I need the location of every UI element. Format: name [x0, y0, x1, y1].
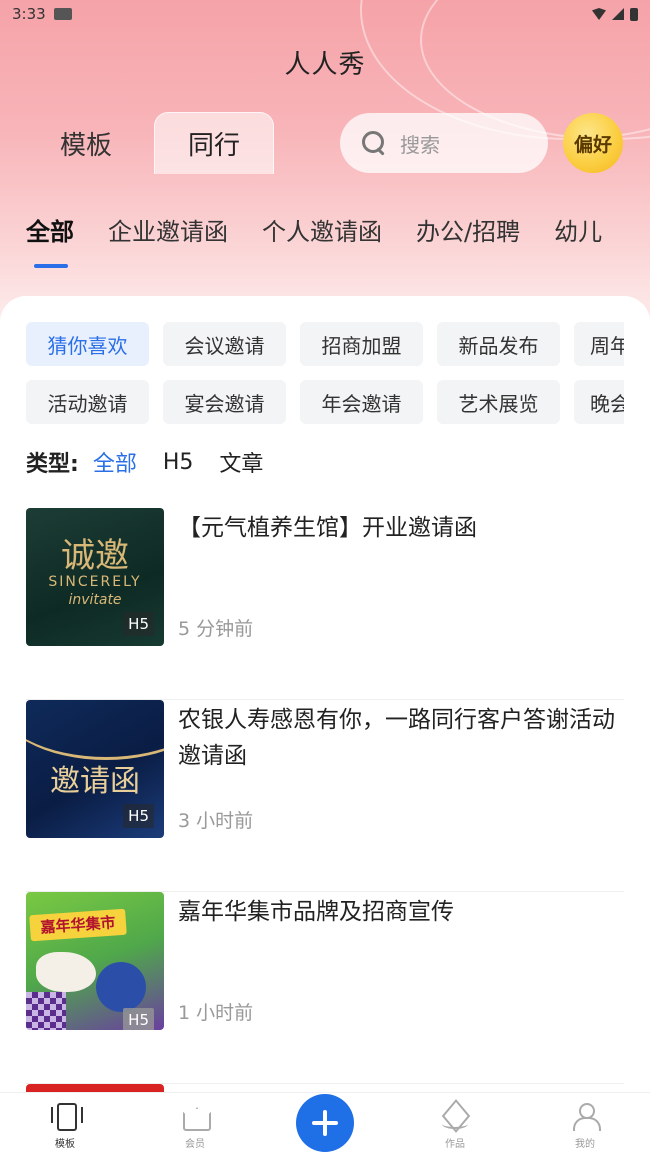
thumb-subtitle: SINCERELY	[48, 574, 142, 590]
type-option-all[interactable]: 全部	[93, 446, 137, 478]
item-time: 3 小时前	[178, 810, 254, 832]
template-icon	[50, 1101, 83, 1131]
tabbar-item-membership[interactable]: 会员	[155, 1101, 235, 1150]
search-input[interactable]: 搜索	[340, 113, 548, 173]
battery-icon	[630, 7, 638, 21]
tabbar-item-templates[interactable]: 模板	[25, 1101, 105, 1150]
type-option-article[interactable]: 文章	[219, 446, 263, 478]
chip-franchise[interactable]: 招商加盟	[300, 322, 423, 366]
chip-annual-meeting[interactable]: 年会邀请	[300, 380, 423, 424]
chip-art-exhibition[interactable]: 艺术展览	[437, 380, 560, 424]
notification-icon	[53, 8, 72, 20]
item-time: 1 小时前	[178, 1002, 254, 1024]
type-option-h5[interactable]: H5	[163, 450, 194, 475]
decor-shape	[36, 952, 96, 992]
list-item[interactable]: 邀请函 H5 农银人寿感恩有你，一路同行客户答谢活动邀请函 3 小时前	[26, 700, 624, 892]
list-item[interactable]: 嘉年华集市 H5 嘉年华集市品牌及招商宣传 1 小时前	[26, 892, 624, 1084]
tab-peers[interactable]: 同行	[154, 112, 274, 174]
chip-guess-you-like[interactable]: 猜你喜欢	[26, 322, 149, 366]
type-filter: 类型: 全部 H5 文章	[26, 446, 263, 478]
layers-icon	[440, 1101, 470, 1131]
item-thumbnail: 嘉年华集市 H5	[26, 892, 164, 1030]
user-icon	[570, 1101, 601, 1131]
type-badge: H5	[123, 612, 154, 636]
crown-icon	[180, 1101, 210, 1131]
tab-templates[interactable]: 模板	[26, 112, 146, 174]
wifi-icon	[592, 8, 606, 20]
tabbar-label: 我的	[575, 1139, 595, 1150]
item-title: 【元气植养生馆】开业邀请函	[178, 515, 477, 541]
category-tab-personal[interactable]: 个人邀请函	[262, 212, 382, 272]
preference-button[interactable]: 偏好	[563, 113, 623, 173]
list-item[interactable]: 诚邀 SINCERELY invitate H5 【元气植养生馆】开业邀请函 5…	[26, 508, 624, 700]
content-panel: 猜你喜欢 会议邀请 招商加盟 新品发布 周年 活动邀请 宴会邀请 年会邀请 艺术…	[0, 296, 650, 1114]
category-tab-all[interactable]: 全部	[26, 212, 74, 272]
thumb-title: 嘉年华集市	[29, 908, 127, 942]
item-title: 农银人寿感恩有你，一路同行客户答谢活动邀请函	[178, 707, 615, 769]
tabbar-item-mine[interactable]: 我的	[545, 1101, 625, 1150]
chip-gala[interactable]: 晚会	[574, 380, 624, 424]
category-active-indicator	[34, 264, 68, 268]
segment-tabs: 模板 同行	[26, 112, 286, 174]
tabbar-label: 模板	[55, 1139, 75, 1150]
decor-pattern	[26, 992, 66, 1030]
decor-shape	[96, 962, 146, 1012]
app-title: 人人秀	[284, 50, 366, 80]
item-thumbnail: 邀请函 H5	[26, 700, 164, 838]
category-tab-kids[interactable]: 幼儿	[554, 212, 602, 272]
type-badge: H5	[123, 1008, 154, 1030]
tabbar-label: 作品	[445, 1139, 465, 1150]
signal-icon	[612, 8, 624, 20]
category-tab-office[interactable]: 办公/招聘	[416, 212, 520, 272]
thumb-title: 诚邀	[61, 536, 129, 576]
chip-product-launch[interactable]: 新品发布	[437, 322, 560, 366]
chip-event[interactable]: 活动邀请	[26, 380, 149, 424]
thumb-title: 邀请函	[50, 764, 140, 799]
tabbar-label: 会员	[185, 1139, 205, 1150]
category-tabs: 全部 企业邀请函 个人邀请函 办公/招聘 幼儿	[26, 212, 650, 272]
template-list: 诚邀 SINCERELY invitate H5 【元气植养生馆】开业邀请函 5…	[26, 508, 624, 1114]
create-button[interactable]	[296, 1094, 354, 1152]
status-bar: 3:33	[0, 0, 650, 28]
search-icon	[362, 131, 386, 155]
item-thumbnail: 诚邀 SINCERELY invitate H5	[26, 508, 164, 646]
chip-banquet[interactable]: 宴会邀请	[163, 380, 286, 424]
chip-anniversary[interactable]: 周年	[574, 322, 624, 366]
tag-chips: 猜你喜欢 会议邀请 招商加盟 新品发布 周年 活动邀请 宴会邀请 年会邀请 艺术…	[26, 322, 624, 438]
status-time: 3:33	[12, 5, 46, 23]
type-filter-label: 类型:	[26, 452, 79, 477]
type-badge: H5	[123, 804, 154, 828]
item-title: 嘉年华集市品牌及招商宣传	[178, 899, 454, 925]
plus-icon	[312, 1110, 338, 1136]
item-time: 5 分钟前	[178, 618, 254, 640]
category-tab-corporate[interactable]: 企业邀请函	[108, 212, 228, 272]
tabbar-item-works[interactable]: 作品	[415, 1101, 495, 1150]
search-placeholder: 搜索	[400, 132, 440, 157]
decor-arc	[26, 700, 164, 760]
chip-meeting[interactable]: 会议邀请	[163, 322, 286, 366]
thumb-subtitle: invitate	[68, 592, 122, 608]
